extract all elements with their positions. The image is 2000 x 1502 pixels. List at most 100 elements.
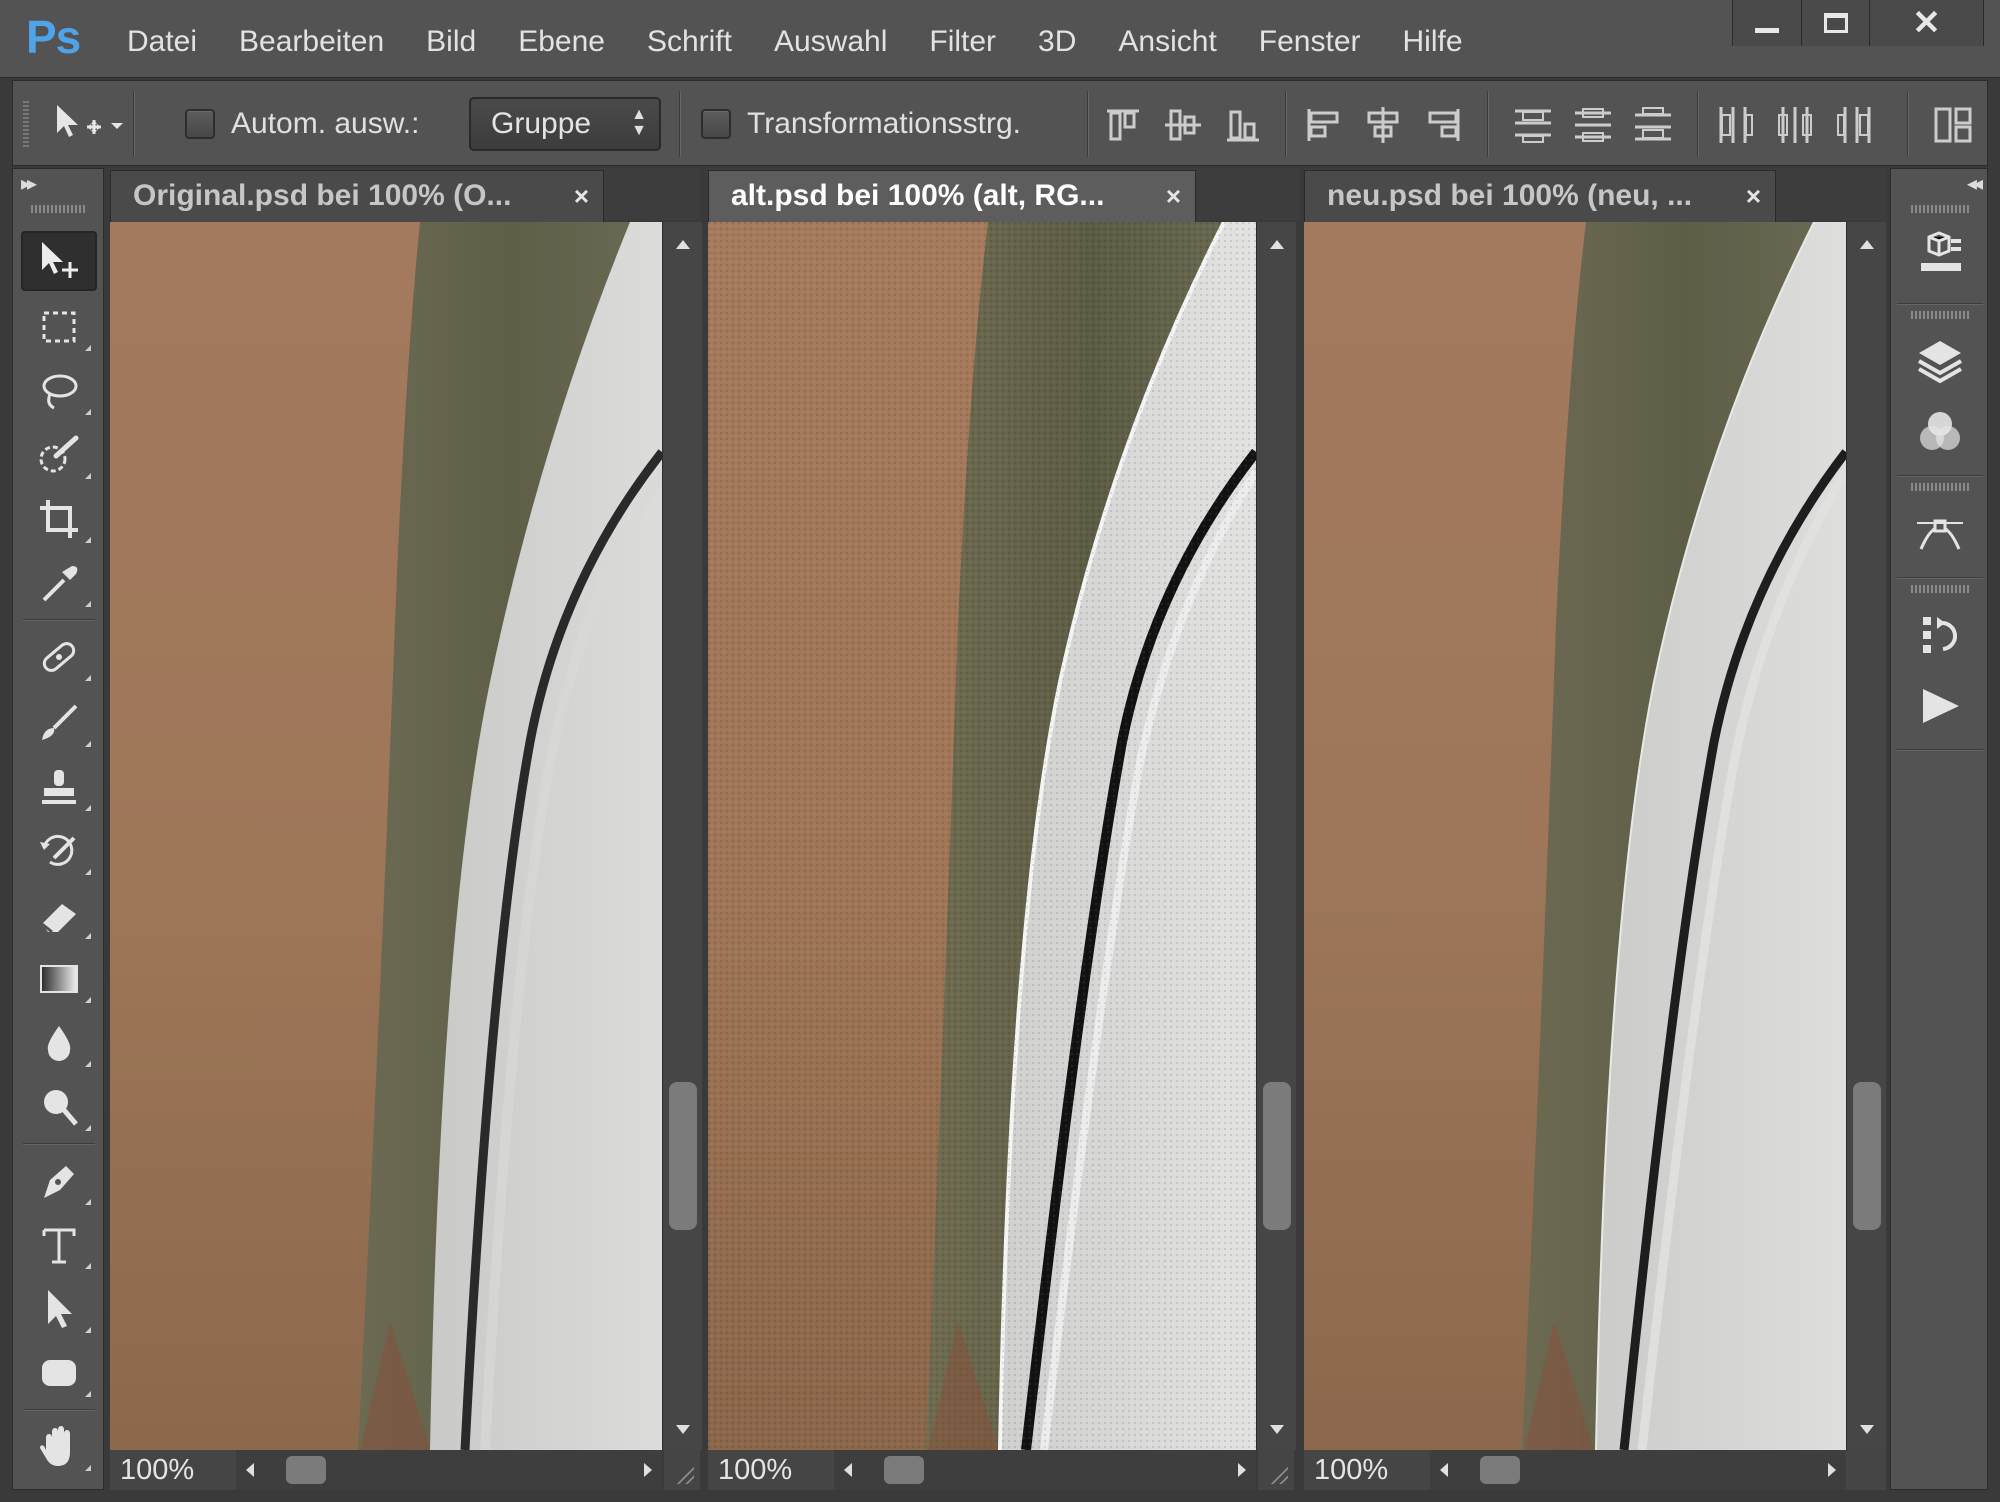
panel-group-grip[interactable] [1911,311,1969,319]
horizontal-scroll-thumb[interactable] [286,1456,326,1484]
scroll-right-arrow-icon[interactable] [644,1463,652,1477]
align-right-edges-icon[interactable] [1423,105,1463,145]
actions-panel-button[interactable] [1911,677,1969,735]
options-bar-grip[interactable] [23,101,29,147]
rectangular-marquee-tool[interactable] [21,297,97,357]
hand-tool[interactable] [21,1417,97,1477]
menu-datei[interactable]: Datei [106,22,218,64]
eraser-tool[interactable] [21,885,97,945]
panel-group-grip[interactable] [1911,483,1969,491]
close-tab-icon[interactable]: × [1166,171,1181,221]
distribute-bottom-icon[interactable] [1633,105,1673,145]
auto-select-checkbox[interactable] [185,109,215,139]
vertical-scrollbar[interactable] [1846,222,1886,1450]
document-tab-neu[interactable]: neu.psd bei 100% (neu, ... × [1304,170,1776,222]
zoom-level-field[interactable]: 100% [120,1450,194,1490]
blur-tool[interactable] [21,1013,97,1073]
distribute-horizontal-centers-icon[interactable] [1775,105,1815,145]
menu-ebene[interactable]: Ebene [497,22,626,64]
maximize-button[interactable] [1801,0,1869,46]
scroll-down-arrow-icon[interactable] [1860,1425,1874,1434]
align-left-edges-icon[interactable] [1303,105,1343,145]
auto-select-target-dropdown[interactable]: Gruppe ▲ ▼ [469,97,661,151]
align-horizontal-centers-icon[interactable] [1363,105,1403,145]
tools-panel-grip[interactable] [31,205,87,213]
menu-3d[interactable]: 3D [1017,22,1097,64]
document-tab-original[interactable]: Original.psd bei 100% (O... × [110,170,604,222]
horizontal-scrollbar[interactable] [236,1450,662,1490]
menu-auswahl[interactable]: Auswahl [753,22,908,64]
menu-fenster[interactable]: Fenster [1238,22,1382,64]
distribute-top-icon[interactable] [1513,105,1553,145]
collapse-dock-icon[interactable]: ◂◂ [1967,171,1983,196]
resize-grip-icon[interactable] [1258,1450,1294,1490]
eyedropper-tool[interactable] [21,553,97,613]
scroll-left-arrow-icon[interactable] [844,1463,852,1477]
paths-panel-button[interactable] [1911,505,1969,563]
crop-tool[interactable] [21,489,97,549]
document-tab-alt[interactable]: alt.psd bei 100% (alt, RG... × [708,170,1196,222]
scroll-down-arrow-icon[interactable] [1270,1425,1284,1434]
menu-hilfe[interactable]: Hilfe [1382,22,1484,64]
distribute-left-icon[interactable] [1715,105,1755,145]
brush-tool[interactable] [21,693,97,753]
transform-controls-checkbox[interactable] [701,109,731,139]
rectangle-tool[interactable] [21,1343,97,1403]
minimize-button[interactable] [1733,0,1801,46]
layers-panel-button[interactable] [1911,333,1969,391]
vertical-scrollbar[interactable] [662,222,702,1450]
move-tool[interactable] [21,231,97,291]
document-canvas[interactable] [110,222,662,1450]
distribute-vertical-centers-icon[interactable] [1573,105,1613,145]
scroll-down-arrow-icon[interactable] [676,1425,690,1434]
horizontal-scroll-thumb[interactable] [884,1456,924,1484]
spot-healing-brush-tool[interactable] [21,627,97,687]
close-tab-icon[interactable]: × [574,171,589,221]
scroll-up-arrow-icon[interactable] [1270,240,1284,249]
horizontal-scrollbar[interactable] [834,1450,1256,1490]
panel-group-grip[interactable] [1911,205,1969,213]
dodge-tool[interactable] [21,1077,97,1137]
scroll-up-arrow-icon[interactable] [1860,240,1874,249]
align-top-edges-icon[interactable] [1103,105,1143,145]
vertical-scroll-thumb[interactable] [1263,1082,1291,1230]
scroll-left-arrow-icon[interactable] [246,1463,254,1477]
type-tool[interactable] [21,1215,97,1275]
document-canvas[interactable] [1304,222,1846,1450]
pen-tool[interactable] [21,1151,97,1211]
history-panel-button[interactable] [1911,607,1969,665]
menu-schrift[interactable]: Schrift [626,22,753,64]
menu-bearbeiten[interactable]: Bearbeiten [218,22,405,64]
zoom-level-field[interactable]: 100% [1314,1450,1388,1490]
clone-stamp-tool[interactable] [21,757,97,817]
menu-ansicht[interactable]: Ansicht [1097,22,1237,64]
zoom-level-field[interactable]: 100% [718,1450,792,1490]
scroll-right-arrow-icon[interactable] [1238,1463,1246,1477]
resize-grip-icon[interactable] [664,1450,700,1490]
close-tab-icon[interactable]: × [1746,171,1761,221]
gradient-tool[interactable] [21,949,97,1009]
menu-filter[interactable]: Filter [908,22,1017,64]
align-bottom-edges-icon[interactable] [1223,105,1263,145]
lasso-tool[interactable] [21,361,97,421]
document-canvas[interactable] [708,222,1256,1450]
channels-panel-button[interactable] [1911,403,1969,461]
path-selection-tool[interactable] [21,1279,97,1339]
horizontal-scrollbar[interactable] [1430,1450,1846,1490]
3d-panel-button[interactable] [1911,227,1969,285]
menu-bild[interactable]: Bild [405,22,497,64]
tool-preset-picker[interactable] [53,81,133,167]
panel-group-grip[interactable] [1911,585,1969,593]
vertical-scrollbar[interactable] [1256,222,1296,1450]
collapse-panel-icon[interactable]: ▸▸ [21,171,37,196]
horizontal-scroll-thumb[interactable] [1480,1456,1520,1484]
scroll-right-arrow-icon[interactable] [1828,1463,1836,1477]
close-window-button[interactable]: ✕ [1869,0,1983,46]
scroll-up-arrow-icon[interactable] [676,240,690,249]
align-vertical-centers-icon[interactable] [1163,105,1203,145]
auto-align-layers-icon[interactable] [1933,105,1973,145]
vertical-scroll-thumb[interactable] [669,1082,697,1230]
distribute-right-icon[interactable] [1835,105,1875,145]
scroll-left-arrow-icon[interactable] [1440,1463,1448,1477]
history-brush-tool[interactable] [21,821,97,881]
